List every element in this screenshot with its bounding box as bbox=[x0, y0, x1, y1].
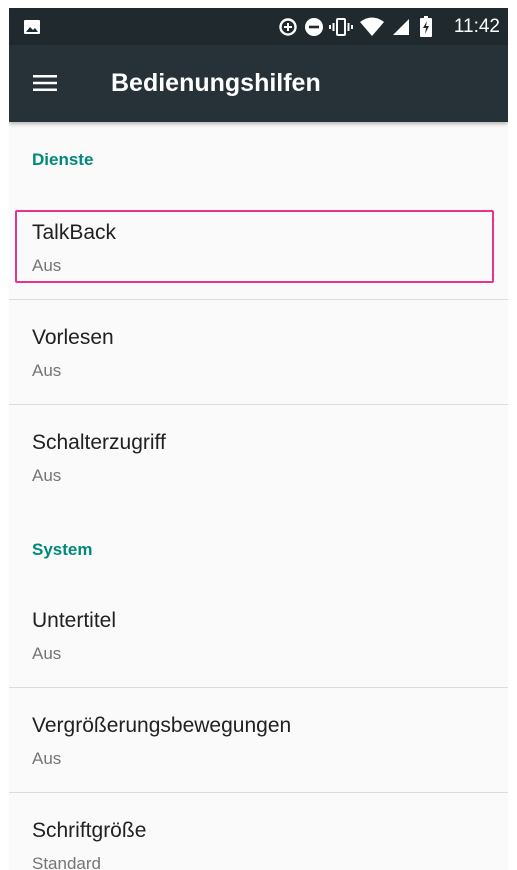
divider bbox=[9, 687, 508, 688]
battery-charging-icon bbox=[418, 8, 434, 45]
app-bar: Bedienungshilfen bbox=[9, 45, 508, 122]
pref-title: Schalterzugriff bbox=[32, 431, 166, 454]
pref-title: Schriftgröße bbox=[32, 819, 147, 842]
pref-item-untertitel[interactable]: Untertitel Aus bbox=[9, 586, 508, 690]
section-header-dienste: Dienste bbox=[32, 150, 94, 169]
data-saver-icon bbox=[277, 8, 299, 45]
pref-item-vergroesserungsbewegungen[interactable]: Vergrößerungsbewegungen Aus bbox=[9, 691, 508, 795]
pref-summary: Aus bbox=[32, 644, 62, 663]
pref-summary: Aus bbox=[32, 361, 62, 380]
vibrate-icon bbox=[328, 8, 354, 45]
divider bbox=[9, 299, 508, 300]
pref-title: Vorlesen bbox=[32, 326, 114, 349]
status-bar: 11:42 bbox=[9, 8, 508, 45]
pref-item-talkback[interactable]: TalkBack Aus bbox=[9, 198, 508, 302]
section-header-system: System bbox=[32, 540, 93, 559]
wifi-icon bbox=[359, 8, 385, 45]
cell-signal-icon bbox=[390, 8, 412, 45]
divider bbox=[9, 404, 508, 405]
status-time: 11:42 bbox=[453, 16, 500, 37]
pref-item-vorlesen[interactable]: Vorlesen Aus bbox=[9, 303, 508, 407]
page-title: Bedienungshilfen bbox=[111, 69, 321, 97]
divider bbox=[9, 792, 508, 793]
pref-item-schriftgroesse[interactable]: Schriftgröße Standard bbox=[9, 796, 508, 870]
pref-title: Vergrößerungsbewegungen bbox=[32, 714, 292, 737]
pref-summary: Aus bbox=[32, 466, 62, 485]
pref-summary: Aus bbox=[32, 749, 62, 768]
pref-summary: Standard bbox=[32, 854, 101, 870]
pref-item-schalterzugriff[interactable]: Schalterzugriff Aus bbox=[9, 408, 508, 512]
pref-title: TalkBack bbox=[32, 221, 117, 244]
settings-screen: 11:42 Bedienungshilfen Dienste TalkBack … bbox=[9, 8, 508, 870]
do-not-disturb-icon bbox=[303, 8, 325, 45]
pref-title: Untertitel bbox=[32, 609, 117, 632]
pref-summary: Aus bbox=[32, 256, 62, 275]
image-notification-icon bbox=[21, 8, 43, 45]
menu-button[interactable] bbox=[19, 57, 71, 109]
hamburger-menu-icon bbox=[33, 75, 57, 91]
